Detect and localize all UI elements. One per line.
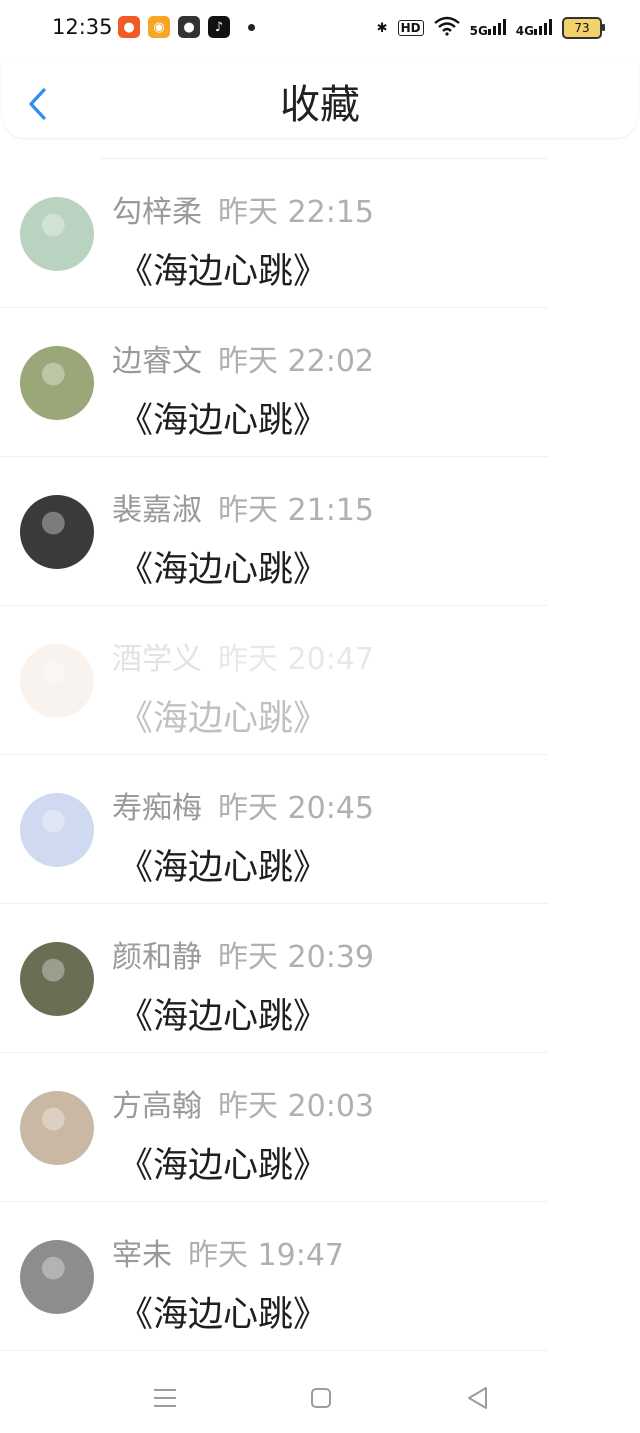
- avatar[interactable]: [20, 942, 94, 1016]
- more-notifications-dot: [248, 23, 255, 31]
- triangle-back-icon: [468, 1387, 487, 1409]
- menu-icon: [154, 1389, 176, 1407]
- favorite-title: 《海边心跳》: [118, 848, 329, 888]
- wifi-icon: [433, 16, 460, 40]
- favorite-item[interactable]: 方高翰 昨天 20:03 《海边心跳》: [0, 1053, 548, 1202]
- favorite-item[interactable]: 裴嘉淑 昨天 21:15 《海边心跳》: [0, 457, 548, 606]
- timestamp: 昨天 22:02: [218, 344, 374, 379]
- favorite-title: 《海边心跳》: [118, 997, 329, 1037]
- favorites-list: 勾梓柔 昨天 22:15 《海边心跳》 边睿文 昨天 22:02 《海边心跳》 裴嘉淑 昨天 …: [0, 158, 640, 1351]
- user-name: 寿痴梅: [112, 791, 202, 826]
- item-meta: 方高翰 昨天 20:03: [112, 1081, 374, 1125]
- home-button[interactable]: [304, 1381, 338, 1415]
- signal-5g-label: 5G: [469, 23, 488, 38]
- clock: 12:35: [52, 15, 113, 39]
- item-meta: 边睿文 昨天 22:02: [112, 336, 374, 380]
- timestamp: 昨天 21:15: [218, 493, 374, 528]
- avatar[interactable]: [20, 644, 94, 718]
- favorite-item[interactable]: 酒学义 昨天 20:47 《海边心跳》: [0, 606, 548, 755]
- timestamp: 昨天 20:45: [218, 791, 374, 826]
- favorite-item[interactable]: 颜和静 昨天 20:39 《海边心跳》: [0, 904, 548, 1053]
- weibo-icon: ◉: [148, 16, 170, 38]
- menu-button[interactable]: [148, 1381, 182, 1415]
- timestamp: 昨天 20:39: [218, 940, 374, 975]
- user-name: 颜和静: [112, 940, 202, 975]
- favorite-title: 《海边心跳》: [118, 1295, 329, 1335]
- item-meta: 裴嘉淑 昨天 21:15: [112, 485, 374, 529]
- item-meta: 宰未 昨天 19:47: [112, 1230, 344, 1274]
- back-nav-button[interactable]: [460, 1381, 494, 1415]
- page-header: 收藏: [2, 58, 638, 138]
- status-bar: 12:35 ● ◉ ● ♪ ✱ HD 5G 4G 73: [0, 0, 640, 58]
- favorite-item[interactable]: 边睿文 昨天 22:02 《海边心跳》: [0, 308, 548, 457]
- timestamp: 昨天 20:47: [218, 642, 374, 677]
- avatar[interactable]: [20, 1240, 94, 1314]
- user-name: 方高翰: [112, 1089, 202, 1124]
- favorite-item[interactable]: 寿痴梅 昨天 20:45 《海边心跳》: [0, 755, 548, 904]
- item-meta: 寿痴梅 昨天 20:45: [112, 783, 374, 827]
- home-square-icon: [311, 1388, 331, 1408]
- avatar[interactable]: [20, 346, 94, 420]
- avatar[interactable]: [20, 793, 94, 867]
- favorite-title: 《海边心跳》: [118, 1146, 329, 1186]
- user-name: 边睿文: [112, 344, 202, 379]
- timestamp: 昨天 22:15: [218, 195, 374, 230]
- bluetooth-icon: ✱: [376, 20, 388, 36]
- timestamp: 昨天 20:03: [218, 1089, 374, 1124]
- tiktok-icon: ♪: [208, 16, 230, 38]
- favorite-title: 《海边心跳》: [118, 252, 329, 292]
- wechat-icon: ●: [178, 16, 200, 38]
- avatar[interactable]: [20, 495, 94, 569]
- battery-icon: 73: [562, 17, 605, 39]
- user-name: 宰未: [112, 1238, 172, 1273]
- avatar[interactable]: [20, 197, 94, 271]
- system-navigation-bar: [0, 1365, 640, 1433]
- favorite-item[interactable]: 宰未 昨天 19:47 《海边心跳》: [0, 1202, 548, 1351]
- hd-icon: HD: [397, 20, 424, 36]
- signal-4g-icon: 4G: [515, 18, 552, 38]
- item-meta: 勾梓柔 昨天 22:15: [112, 187, 374, 231]
- user-name: 勾梓柔: [112, 195, 202, 230]
- avatar[interactable]: [20, 1091, 94, 1165]
- favorite-title: 《海边心跳》: [118, 550, 329, 590]
- app-notification-icon: ●: [118, 16, 140, 38]
- item-meta: 酒学义 昨天 20:47: [112, 634, 374, 678]
- timestamp: 昨天 19:47: [188, 1238, 344, 1273]
- user-name: 酒学义: [112, 642, 202, 677]
- signal-4g-label: 4G: [515, 23, 534, 38]
- favorite-item[interactable]: 勾梓柔 昨天 22:15 《海边心跳》: [0, 159, 548, 308]
- system-status: ✱ HD 5G 4G 73: [376, 16, 605, 40]
- page-title: 收藏: [280, 82, 360, 128]
- user-name: 裴嘉淑: [112, 493, 202, 528]
- notification-icons: ● ◉ ● ♪: [118, 16, 255, 38]
- item-meta: 颜和静 昨天 20:39: [112, 932, 374, 976]
- favorite-title: 《海边心跳》: [118, 401, 329, 441]
- battery-level: 73: [574, 21, 590, 35]
- favorite-title: 《海边心跳》: [118, 699, 329, 739]
- signal-5g-icon: 5G: [469, 18, 506, 38]
